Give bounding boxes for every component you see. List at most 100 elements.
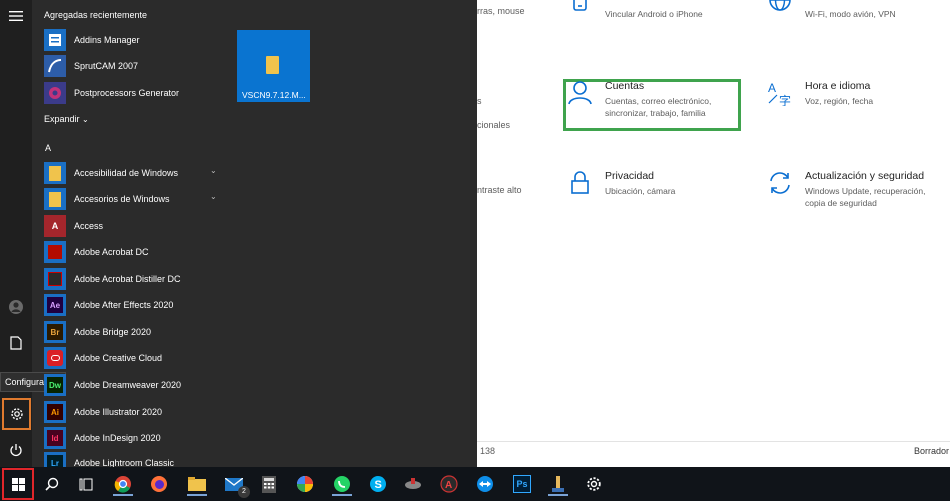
active-indicator <box>332 494 352 496</box>
settings-item-desc: Windows Update, recuperación, <box>805 186 926 196</box>
svg-text:A: A <box>768 81 776 95</box>
globe-icon <box>767 0 793 16</box>
settings-partial-text: ntraste alto <box>477 185 522 195</box>
user-account-button[interactable] <box>3 294 29 320</box>
app-indesign[interactable]: Id Adobe InDesign 2020 <box>44 426 224 450</box>
lamp-icon <box>552 476 564 492</box>
settings-item-cuentas[interactable]: Cuentas Cuentas, correo electrónico, sin… <box>567 80 711 119</box>
settings-item-update[interactable]: Actualización y seguridad Windows Update… <box>767 170 925 209</box>
gear-icon <box>10 408 23 420</box>
mail-badge: 2 <box>238 486 250 498</box>
settings-button[interactable] <box>2 398 31 430</box>
app-label: Adobe Acrobat DC <box>74 247 149 257</box>
app-illustrator[interactable]: Ai Adobe Illustrator 2020 <box>44 400 224 424</box>
calculator-icon <box>262 475 276 493</box>
start-menu: Configuración Agregadas recientemente Ad… <box>0 0 477 467</box>
settings-item-desc: Cuentas, correo electrónico, <box>605 96 712 106</box>
settings-bottom-strip: 138 Borrador <box>477 441 950 467</box>
borrador-label: Borrador <box>914 446 950 456</box>
app-label: Adobe Dreamweaver 2020 <box>74 380 182 390</box>
mail-button[interactable]: 2 <box>222 472 250 498</box>
settings-item-phone[interactable]: Vincular Android o iPhone <box>567 0 703 20</box>
tile-label: VSCN9.7.12.M... <box>242 90 306 100</box>
app-after-effects[interactable]: Ae Adobe After Effects 2020 <box>44 293 224 317</box>
calculator-button[interactable] <box>257 472 281 496</box>
settings-window <box>477 0 950 467</box>
skype-button[interactable]: S <box>366 472 390 496</box>
app-label: Accesibilidad de Windows <box>74 168 179 178</box>
app-access[interactable]: A Access <box>44 214 224 238</box>
app-label: Adobe Illustrator 2020 <box>74 407 163 417</box>
recent-header: Agregadas recientemente <box>44 10 148 20</box>
photoshop-button[interactable]: Ps <box>510 472 534 496</box>
app-dreamweaver[interactable]: Dw Adobe Dreamweaver 2020 <box>44 373 224 397</box>
settings-item-desc: Wi-Fi, modo avión, VPN <box>805 9 896 19</box>
distiller-icon <box>44 268 66 290</box>
settings-item-time-language[interactable]: A字 Hora e idioma Voz, región, fecha <box>767 80 873 107</box>
active-indicator <box>113 494 133 496</box>
postprocessor-icon <box>44 82 66 104</box>
app-postprocessors-generator[interactable]: Postprocessors Generator <box>44 81 224 105</box>
app-lightroom[interactable]: Lr Adobe Lightroom Classic <box>44 452 224 467</box>
app-label: Adobe After Effects 2020 <box>74 300 174 310</box>
a-app-icon: A <box>440 475 458 493</box>
app-label: Adobe Lightroom Classic <box>74 458 175 467</box>
document-icon <box>10 336 22 350</box>
settings-item-network[interactable]: Wi-Fi, modo avión, VPN <box>767 0 896 20</box>
app-accesibilidad[interactable]: Accesibilidad de Windows ⌄ <box>44 161 224 185</box>
task-view-button[interactable] <box>74 472 98 496</box>
search-button[interactable] <box>40 472 64 496</box>
settings-item-title: Actualización y seguridad <box>805 170 925 182</box>
documents-button[interactable] <box>3 330 29 356</box>
app-distiller[interactable]: Adobe Acrobat Distiller DC <box>44 267 224 291</box>
phone-icon <box>567 0 593 16</box>
tool-icon <box>405 478 421 489</box>
settings-partial-text: cionales <box>477 120 511 130</box>
settings-item-desc: Voz, región, fecha <box>805 96 874 106</box>
app-a-button[interactable]: A <box>437 472 461 496</box>
chrome-icon <box>114 476 131 493</box>
app-label: Adobe Creative Cloud <box>74 353 163 363</box>
letter-header[interactable]: A <box>45 143 51 153</box>
pinned-tile-vscn[interactable]: VSCN9.7.12.M... <box>237 30 310 102</box>
start-button[interactable] <box>2 468 34 500</box>
app-sprutcam[interactable]: SprutCAM 2007 <box>44 54 224 78</box>
skype-icon: S <box>370 476 386 492</box>
tool-button[interactable] <box>401 472 425 496</box>
settings-item-title: Hora e idioma <box>805 80 871 92</box>
power-button[interactable] <box>3 437 29 463</box>
app-acrobat[interactable]: Adobe Acrobat DC <box>44 240 224 264</box>
app-accesorios[interactable]: Accesorios de Windows ⌄ <box>44 187 224 211</box>
app-label: Access <box>74 221 104 231</box>
photos-button[interactable] <box>293 472 317 496</box>
settings-taskbar-button[interactable] <box>582 472 606 496</box>
settings-item-desc: copia de seguridad <box>805 198 877 208</box>
hamburger-menu-button[interactable] <box>3 3 29 29</box>
svg-text:S: S <box>375 479 382 491</box>
teamviewer-button[interactable] <box>473 472 497 496</box>
windows-logo-icon <box>11 477 25 491</box>
chrome-button[interactable] <box>111 472 135 496</box>
lock-icon <box>567 170 593 196</box>
expand-button[interactable]: Expandir ⌄ <box>44 114 89 124</box>
chevron-down-icon: ⌄ <box>210 192 217 201</box>
whatsapp-button[interactable] <box>330 472 354 496</box>
settings-item-privacidad[interactable]: Privacidad Ubicación, cámara <box>567 170 675 197</box>
hamburger-icon <box>9 11 23 21</box>
firefox-button[interactable] <box>147 472 171 496</box>
power-icon <box>10 444 22 457</box>
active-indicator <box>187 494 207 496</box>
dreamweaver-icon: Dw <box>44 374 66 396</box>
app-addins-manager[interactable]: Addins Manager <box>44 28 224 52</box>
settings-item-title: Privacidad <box>605 170 655 182</box>
gear-icon <box>587 477 601 491</box>
file-explorer-button[interactable] <box>185 472 209 496</box>
lamp-app-button[interactable] <box>546 472 570 496</box>
after-effects-icon: Ae <box>44 294 66 316</box>
settings-item-desc: Vincular Android o iPhone <box>605 9 703 19</box>
app-label: Accesorios de Windows <box>74 194 170 204</box>
app-creative-cloud[interactable]: Adobe Creative Cloud <box>44 346 224 370</box>
app-bridge[interactable]: Br Adobe Bridge 2020 <box>44 320 224 344</box>
taskbar: 2 S A Ps <box>0 467 950 501</box>
folder-icon <box>266 56 279 74</box>
